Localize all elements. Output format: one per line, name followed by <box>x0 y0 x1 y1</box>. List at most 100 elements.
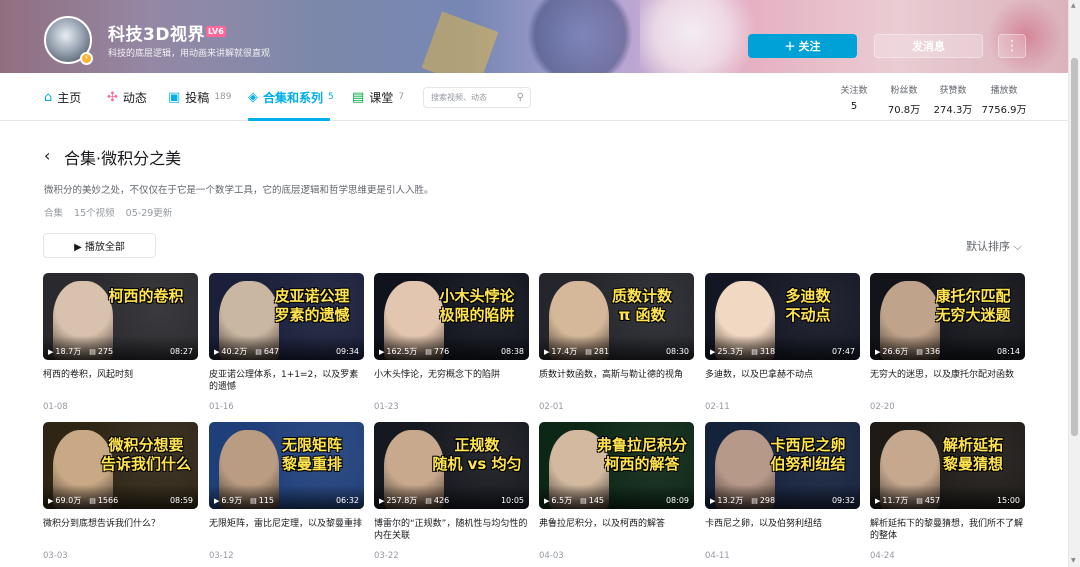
thumbnail-caption: 皮亚诺公理 罗素的遗憾 <box>274 287 350 324</box>
tab-classroom[interactable]: ▤ 课堂 7 <box>352 88 404 106</box>
comment-icon: ▤ <box>916 347 923 356</box>
stat-label: 播放数 <box>990 86 1018 96</box>
comment-count: 426 <box>433 496 450 505</box>
collection-type: 合集 <box>44 208 64 219</box>
video-title[interactable]: 微积分到底想告诉我们什么？ <box>43 518 198 542</box>
video-stats: ▶ 17.4万 ▤ 281 08:30 <box>544 346 689 357</box>
video-title[interactable]: 弗鲁拉尼积分，以及柯西的解答 <box>539 518 694 542</box>
search-icon[interactable]: ⚲ <box>517 88 524 107</box>
comment-count: 298 <box>759 496 776 505</box>
play-count-icon: ▶ <box>214 496 220 505</box>
tab-dynamic[interactable]: ✣ 动态 <box>107 88 147 106</box>
video-title[interactable]: 皮亚诺公理体系，1+1=2，以及罗素的遗憾 <box>209 369 364 393</box>
scrollbar[interactable]: ▲ ▼ <box>1068 0 1080 567</box>
video-card[interactable]: 微积分想要 告诉我们什么 ▶ 69.0万 ▤ 1566 08:59 微积分到底想告诉我们什么… <box>43 422 198 561</box>
course-icon: ▤ <box>352 89 365 105</box>
stat-label: 关注数 <box>840 86 868 96</box>
video-card[interactable]: 解析延拓 黎曼猜想 ▶ 11.7万 ▤ 457 15:00 解析延拓下的黎曼猜想，我们所不了… <box>870 422 1025 561</box>
video-thumbnail[interactable]: 微积分想要 告诉我们什么 ▶ 69.0万 ▤ 1566 08:59 <box>43 422 198 509</box>
tab-collections[interactable]: ◈ 合集和系列 5 <box>248 88 334 106</box>
video-title[interactable]: 博雷尔的“正规数”，随机性与均匀性的内在关联 <box>374 518 529 542</box>
video-card[interactable]: 弗鲁拉尼积分 柯西的解答 ▶ 6.5万 ▤ 145 08:09 弗鲁拉尼积分，以及柯西的解答… <box>539 422 694 561</box>
video-stats: ▶ 26.6万 ▤ 336 08:14 <box>875 346 1020 357</box>
video-thumbnail[interactable]: 无限矩阵 黎曼重排 ▶ 6.9万 ▤ 115 06:32 <box>209 422 364 509</box>
video-title[interactable]: 质数计数函数，高斯与勒让德的视角 <box>539 369 694 393</box>
play-count: 162.5万 <box>386 347 418 356</box>
follow-button[interactable]: ＋ 关注 <box>748 34 857 58</box>
video-date: 03-03 <box>43 551 68 561</box>
video-card[interactable]: 卡西尼之卵 伯努利纽结 ▶ 13.2万 ▤ 298 09:32 卡西尼之卵，以及伯努利纽结 0… <box>705 422 860 561</box>
video-duration: 15:00 <box>996 496 1020 505</box>
video-thumbnail[interactable]: 质数计数 π 函数 ▶ 17.4万 ▤ 281 08:30 <box>539 273 694 360</box>
video-title[interactable]: 卡西尼之卵，以及伯努利纽结 <box>705 518 860 542</box>
comment-count: 1566 <box>97 496 119 505</box>
video-date: 01-08 <box>43 402 68 412</box>
play-count: 18.7万 <box>55 347 82 356</box>
thumbnail-caption: 弗鲁拉尼积分 柯西的解答 <box>596 436 687 473</box>
scrollbar-thumb[interactable] <box>1071 58 1078 436</box>
video-title[interactable]: 多迪数，以及巴拿赫不动点 <box>705 369 860 393</box>
active-tab-indicator <box>248 118 330 121</box>
video-thumbnail[interactable]: 多迪数 不动点 ▶ 25.3万 ▤ 318 07:47 <box>705 273 860 360</box>
video-thumbnail[interactable]: 皮亚诺公理 罗素的遗憾 ▶ 40.2万 ▤ 647 09:34 <box>209 273 364 360</box>
video-title[interactable]: 小木头悖论，无穷概念下的陷阱 <box>374 369 529 393</box>
scroll-up-icon[interactable]: ▲ <box>1071 2 1076 9</box>
video-card[interactable]: 小木头悖论 极限的陷阱 ▶ 162.5万 ▤ 776 08:38 小木头悖论，无穷概念下的陷… <box>374 273 529 412</box>
video-card[interactable]: 皮亚诺公理 罗素的遗憾 ▶ 40.2万 ▤ 647 09:34 皮亚诺公理体系，1+1=2，… <box>209 273 364 412</box>
video-stats: ▶ 25.3万 ▤ 318 07:47 <box>710 346 855 357</box>
video-stats: ▶ 162.5万 ▤ 776 08:38 <box>379 346 524 357</box>
message-button[interactable]: 发消息 <box>874 34 983 58</box>
thumbnail-caption: 解析延拓 黎曼猜想 <box>942 436 1003 473</box>
video-title[interactable]: 解析延拓下的黎曼猜想，我们所不了解的整体 <box>870 518 1025 542</box>
video-duration: 08:38 <box>500 347 524 356</box>
play-count: 26.6万 <box>882 347 909 356</box>
video-card[interactable]: 正规数 随机 vs 均匀 ▶ 257.8万 ▤ 426 10:05 博雷尔的“正规数”，随机… <box>374 422 529 561</box>
video-title[interactable]: 无限矩阵，雷比尼定理，以及黎曼重排 <box>209 518 364 542</box>
stat-fans[interactable]: 粉丝数 70.8万 <box>884 83 924 116</box>
video-card[interactable]: 无限矩阵 黎曼重排 ▶ 6.9万 ▤ 115 06:32 无限矩阵，雷比尼定理，以及黎曼重排… <box>209 422 364 561</box>
video-card[interactable]: 康托尔匹配 无穷大迷题 ▶ 26.6万 ▤ 336 08:14 无穷大的迷思，以及康托尔配对… <box>870 273 1025 412</box>
collection-meta: 合集 15个视频 05-29更新 <box>44 205 180 219</box>
comment-count: 275 <box>97 347 114 356</box>
play-count: 11.7万 <box>882 496 909 505</box>
comment-icon: ▤ <box>425 496 432 505</box>
thumbnail-caption: 多迪数 不动点 <box>785 287 831 324</box>
video-icon: ▣ <box>168 89 181 105</box>
play-count: 6.9万 <box>221 496 243 505</box>
play-count-icon: ▶ <box>710 347 716 356</box>
scroll-down-icon[interactable]: ▼ <box>1071 557 1076 564</box>
sort-dropdown[interactable]: 默认排序 ⌵ <box>966 238 1022 254</box>
stat-following[interactable]: 关注数 5 <box>836 83 872 112</box>
tab-uploads[interactable]: ▣ 投稿 189 <box>168 88 232 106</box>
comment-icon: ▤ <box>250 496 257 505</box>
back-icon[interactable]: ‹ <box>44 146 50 165</box>
video-thumbnail[interactable]: 小木头悖论 极限的陷阱 ▶ 162.5万 ▤ 776 08:38 <box>374 273 529 360</box>
video-card[interactable]: 多迪数 不动点 ▶ 25.3万 ▤ 318 07:47 多迪数，以及巴拿赫不动点 02-11 <box>705 273 860 412</box>
video-card[interactable]: 质数计数 π 函数 ▶ 17.4万 ▤ 281 08:30 质数计数函数，高斯与勒让德的视角… <box>539 273 694 412</box>
search-input[interactable]: 搜索视频、动态 ⚲ <box>423 87 531 108</box>
thumbnail-caption: 卡西尼之卵 伯努利纽结 <box>770 436 846 473</box>
video-duration: 06:32 <box>335 496 359 505</box>
thumbnail-caption: 微积分想要 告诉我们什么 <box>100 436 191 473</box>
comment-icon: ▤ <box>89 347 96 356</box>
play-count: 40.2万 <box>221 347 248 356</box>
video-thumbnail[interactable]: 康托尔匹配 无穷大迷题 ▶ 26.6万 ▤ 336 08:14 <box>870 273 1025 360</box>
video-thumbnail[interactable]: 正规数 随机 vs 均匀 ▶ 257.8万 ▤ 426 10:05 <box>374 422 529 509</box>
video-stats: ▶ 6.9万 ▤ 115 06:32 <box>214 495 359 506</box>
tab-home[interactable]: ⌂ 主页 <box>44 88 81 106</box>
video-thumbnail[interactable]: 卡西尼之卵 伯努利纽结 ▶ 13.2万 ▤ 298 09:32 <box>705 422 860 509</box>
comment-icon: ▤ <box>255 347 262 356</box>
play-all-button[interactable]: ▶ 播放全部 <box>43 233 156 258</box>
video-card[interactable]: 柯西的卷积 ▶ 18.7万 ▤ 275 08:27 柯西的卷积，风起时刻 01-08 <box>43 273 198 412</box>
more-options-button[interactable]: ⋮ <box>998 34 1026 58</box>
video-thumbnail[interactable]: 解析延拓 黎曼猜想 ▶ 11.7万 ▤ 457 15:00 <box>870 422 1025 509</box>
video-title[interactable]: 无穷大的迷思，以及康托尔配对函数 <box>870 369 1025 393</box>
video-thumbnail[interactable]: 弗鲁拉尼积分 柯西的解答 ▶ 6.5万 ▤ 145 08:09 <box>539 422 694 509</box>
tab-label: 合集和系列 <box>263 90 324 105</box>
user-name[interactable]: 科技3D视界 <box>108 20 205 45</box>
play-count: 6.5万 <box>551 496 573 505</box>
comment-icon: ▤ <box>425 347 432 356</box>
tab-count: 7 <box>398 92 405 102</box>
video-title[interactable]: 柯西的卷积，风起时刻 <box>43 369 198 393</box>
video-thumbnail[interactable]: 柯西的卷积 ▶ 18.7万 ▤ 275 08:27 <box>43 273 198 360</box>
